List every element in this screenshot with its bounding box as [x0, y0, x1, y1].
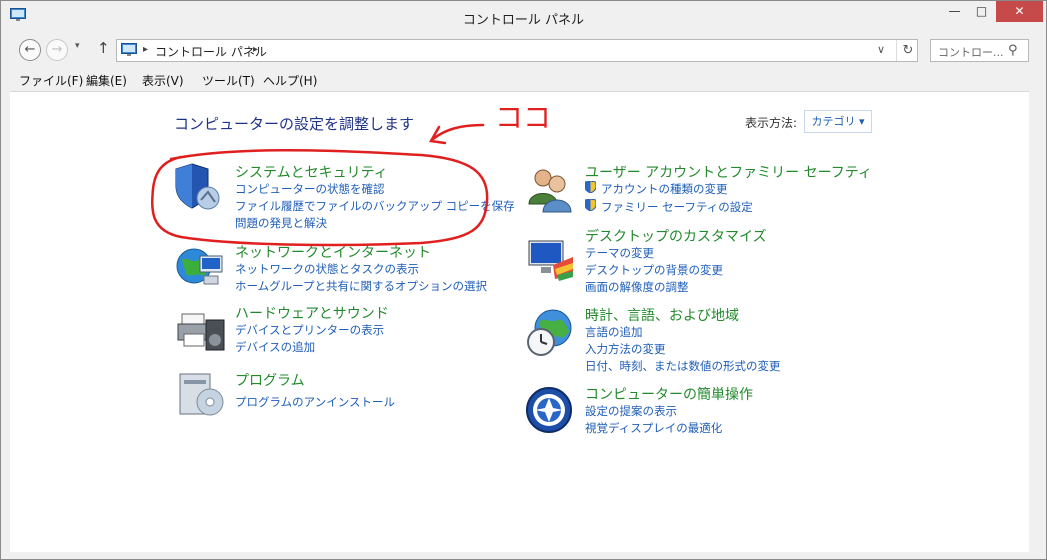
annotation-circle — [151, 149, 489, 247]
annotation-overlay: ココ — [151, 101, 551, 247]
annotation-arrow — [431, 123, 485, 141]
control-panel-window: コントロール パネル — □ ✕ ← → ▾ ↑ ▸ コントロール パネル ▸ … — [0, 0, 1047, 560]
annotation-text: ココ — [495, 101, 551, 134]
